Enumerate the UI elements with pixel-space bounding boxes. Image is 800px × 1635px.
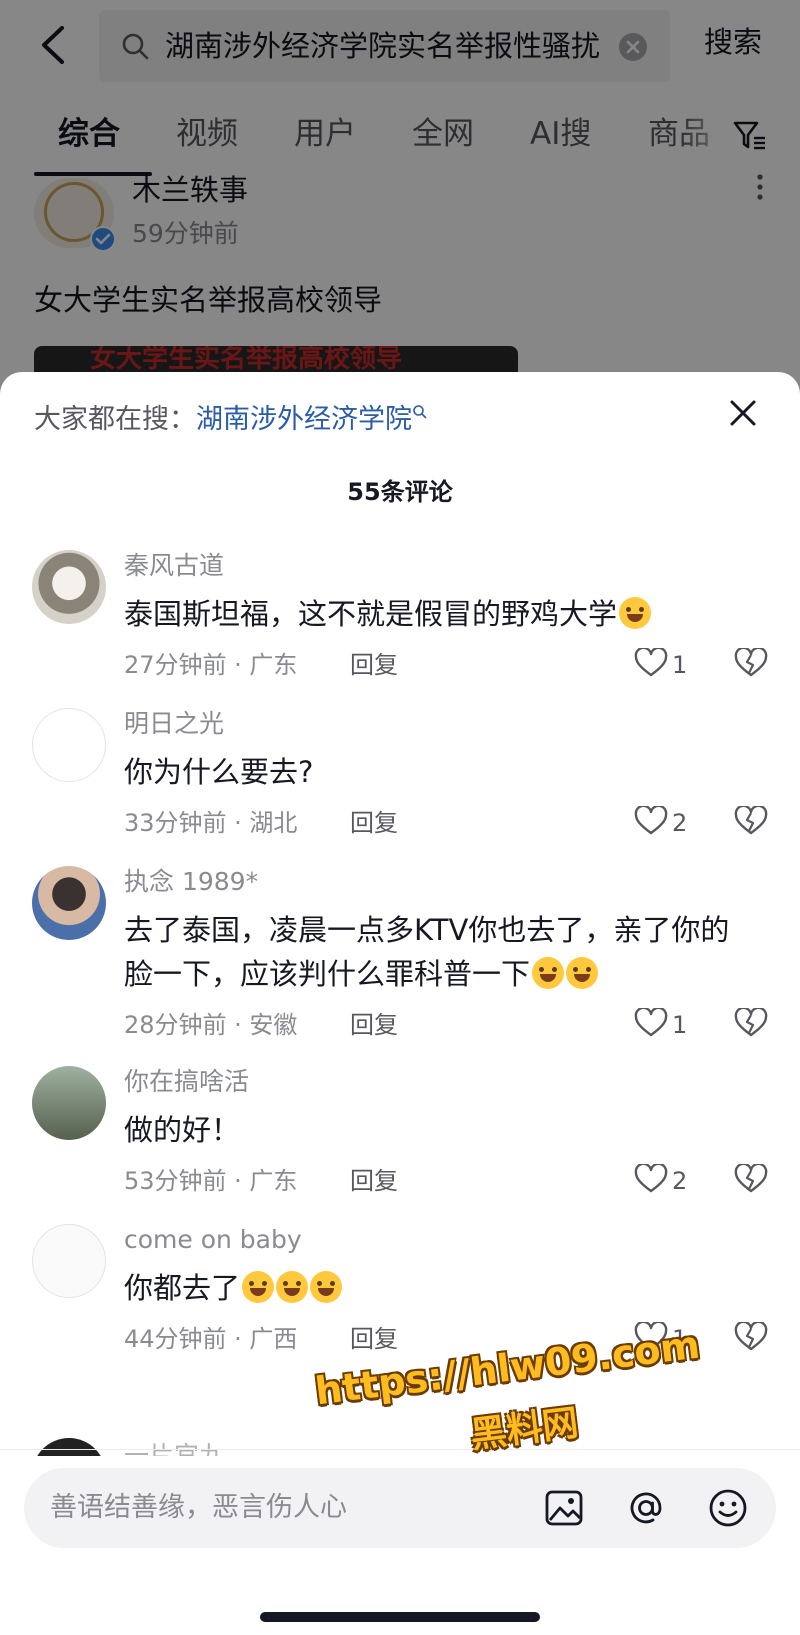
comment-username[interactable]: 一片宫九 (124, 1440, 224, 1456)
home-indicator[interactable] (260, 1612, 540, 1622)
comment-text-content: 去了泰国，凌晨一点多KTV你也去了，亲了你的脸一下，应该判什么罪科普一下 (124, 913, 730, 991)
comment-time-location: 53分钟前 · 广东 (124, 1167, 298, 1195)
broken-heart-icon[interactable] (734, 648, 768, 678)
broken-heart-icon[interactable] (734, 1322, 768, 1352)
partial-comment: 一片宫九 (0, 1426, 800, 1456)
comment-time-location: 33分钟前 · 湖北 (124, 809, 298, 837)
like-count: 2 (672, 809, 688, 837)
broken-heart-icon[interactable] (734, 1164, 768, 1194)
comment-text[interactable]: 你都去了 (124, 1266, 744, 1310)
like-icon[interactable] (634, 806, 668, 836)
comment-text-content: 泰国斯坦福，这不就是假冒的野鸡大学 (124, 597, 618, 631)
like-icon[interactable] (634, 1322, 668, 1352)
laughing-emoji-icon (276, 1271, 309, 1303)
like-count: 1 (672, 651, 688, 679)
broken-heart-icon[interactable] (734, 806, 768, 836)
comment-text[interactable]: 去了泰国，凌晨一点多KTV你也去了，亲了你的脸一下，应该判什么罪科普一下 (124, 908, 744, 996)
comment-username[interactable]: 明日之光 (124, 708, 224, 740)
reply-button[interactable]: 回复 (350, 1166, 398, 1196)
close-icon[interactable] (728, 398, 758, 428)
comment-text[interactable]: 泰国斯坦福，这不就是假冒的野鸡大学 (124, 592, 744, 636)
like-count: 1 (672, 1011, 688, 1039)
comment-count: 55条评论 (347, 478, 453, 506)
comment-time-location: 28分钟前 · 安徽 (124, 1011, 298, 1039)
comment-text-content: 你都去了 (124, 1271, 241, 1305)
input-divider (0, 1449, 800, 1450)
at-mention-icon[interactable] (626, 1488, 666, 1528)
like-count: 2 (672, 1167, 688, 1195)
laughing-emoji-icon (532, 957, 565, 989)
comment-sheet: 大家都在搜：湖南涉外经济学院 55条评论 秦风古道泰国斯坦福，这不就是假冒的野鸡… (0, 372, 800, 1635)
laughing-emoji-icon (242, 1271, 275, 1303)
reply-button[interactable]: 回复 (350, 808, 398, 838)
comment-username[interactable]: 秦风古道 (124, 550, 224, 582)
comment-avatar[interactable] (32, 1224, 106, 1298)
broken-heart-icon[interactable] (734, 1008, 768, 1038)
reply-button[interactable]: 回复 (350, 650, 398, 680)
comment-input[interactable]: 善语结善缘，恶言伤人心 (24, 1468, 776, 1548)
comment-avatar[interactable] (32, 550, 106, 624)
small-search-icon (413, 405, 427, 419)
comment-avatar[interactable] (32, 1066, 106, 1140)
hot-search-label: 大家都在搜： (34, 404, 196, 435)
comment-time-location: 44分钟前 · 广西 (124, 1325, 298, 1353)
like-icon[interactable] (634, 1164, 668, 1194)
laughing-emoji-icon (619, 597, 652, 629)
comment-avatar[interactable] (32, 708, 106, 782)
comment-username[interactable]: 你在搞啥活 (124, 1066, 249, 1098)
like-icon[interactable] (634, 648, 668, 678)
hot-search-term[interactable]: 湖南涉外经济学院 (196, 404, 412, 435)
emoji-icon[interactable] (708, 1488, 748, 1528)
laughing-emoji-icon (310, 1271, 343, 1303)
comment-list: 秦风古道 泰国斯坦福，这不就是假冒的野鸡大学 27分钟前 · 广东 回复 1 明日之光 你为… (0, 550, 800, 1430)
comment-username[interactable]: 执念 1989* (124, 866, 258, 898)
comment-text[interactable]: 你为什么要去? (124, 750, 744, 794)
hot-search-row[interactable]: 大家都在搜：湖南涉外经济学院 (34, 402, 428, 438)
laughing-emoji-icon (566, 957, 599, 989)
reply-button[interactable]: 回复 (350, 1010, 398, 1040)
comment-text[interactable]: 做的好！ (124, 1108, 744, 1152)
reply-button[interactable]: 回复 (350, 1324, 398, 1354)
comment-avatar[interactable] (32, 1438, 106, 1456)
image-icon[interactable] (544, 1488, 584, 1528)
comment-time-location: 27分钟前 · 广东 (124, 651, 298, 679)
comment-username[interactable]: come on baby (124, 1224, 302, 1256)
comment-text-content: 做的好！ (124, 1113, 241, 1147)
like-icon[interactable] (634, 1008, 668, 1038)
comment-input-placeholder: 善语结善缘，恶言伤人心 (50, 1492, 347, 1523)
comment-text-content: 你为什么要去? (124, 755, 314, 789)
like-count: 1 (672, 1325, 688, 1353)
comment-avatar[interactable] (32, 866, 106, 940)
